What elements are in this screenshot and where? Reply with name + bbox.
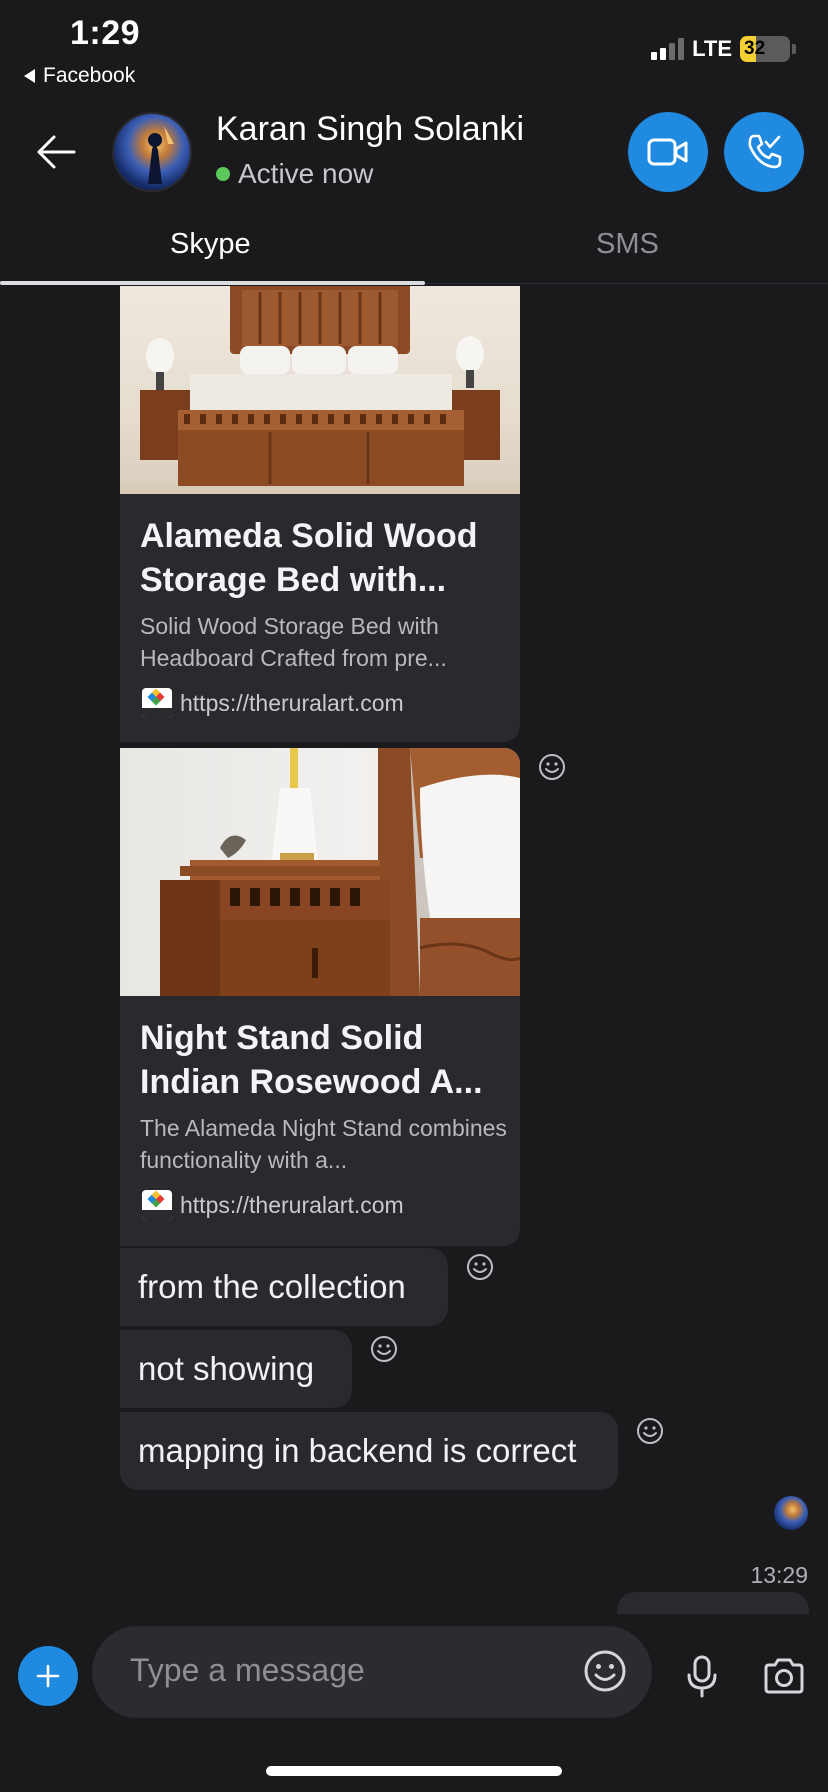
network-type: LTE <box>692 36 732 61</box>
outgoing-message-bubble[interactable] <box>617 1592 809 1614</box>
back-triangle-icon <box>24 69 35 83</box>
active-tab-indicator <box>0 281 425 285</box>
home-indicator[interactable] <box>266 1766 562 1776</box>
status-time: 1:29 <box>70 14 141 52</box>
phone-call-icon <box>748 134 782 169</box>
link-preview-url[interactable]: https://theruralart.com <box>142 1190 404 1220</box>
message-bubble[interactable]: from the collection <box>120 1248 448 1326</box>
message-input[interactable]: Type a message <box>130 1652 365 1689</box>
battery-icon: 32 <box>740 36 790 62</box>
plus-icon <box>36 1664 60 1688</box>
site-favicon-icon <box>142 1190 172 1220</box>
message-timestamp: 13:29 <box>750 1562 808 1588</box>
bed-product-image <box>120 286 520 494</box>
add-reaction-icon[interactable] <box>635 1416 665 1446</box>
back-app-label: Facebook <box>43 64 136 87</box>
audio-call-button[interactable] <box>724 112 804 192</box>
link-preview-title[interactable]: Night Stand Solid Indian Rosewood A... <box>140 1016 510 1104</box>
avatar-figure <box>148 126 174 184</box>
add-reaction-icon[interactable] <box>369 1334 399 1364</box>
microphone-icon[interactable] <box>682 1654 722 1698</box>
back-arrow-icon[interactable] <box>34 130 78 174</box>
add-reaction-icon[interactable] <box>537 752 567 782</box>
site-favicon-icon <box>142 688 172 718</box>
link-preview-card[interactable]: Night Stand Solid Indian Rosewood A... T… <box>120 748 520 1246</box>
link-preview-card[interactable]: Alameda Solid Wood Storage Bed with... S… <box>120 286 520 742</box>
status-indicators: LTE 32 <box>651 36 796 62</box>
link-preview-description: The Alameda Night Stand combines functio… <box>140 1115 507 1173</box>
cellular-signal-icon <box>651 38 685 60</box>
contact-name[interactable]: Karan Singh Solanki <box>216 110 524 149</box>
conversation-tabs: Skype SMS <box>0 214 828 285</box>
presence-label: Active now <box>238 158 374 189</box>
message-bubble[interactable]: mapping in backend is correct <box>120 1412 618 1490</box>
back-to-app-link[interactable]: Facebook <box>24 64 135 88</box>
battery-tip <box>792 44 796 54</box>
link-url-text: https://theruralart.com <box>180 1191 404 1218</box>
add-reaction-icon[interactable] <box>465 1252 495 1282</box>
video-camera-icon <box>647 138 688 166</box>
link-preview-url[interactable]: https://theruralart.com <box>142 688 404 718</box>
message-list[interactable]: Alameda Solid Wood Storage Bed with... S… <box>0 286 828 1614</box>
video-call-button[interactable] <box>628 112 708 192</box>
nightstand-product-image <box>120 748 520 996</box>
tab-skype[interactable]: Skype <box>170 228 251 261</box>
message-composer[interactable]: Type a message <box>92 1626 652 1718</box>
tab-sms[interactable]: SMS <box>596 228 659 261</box>
link-preview-description: Solid Wood Storage Bed with Headboard Cr… <box>140 613 447 671</box>
read-receipt-avatar <box>774 1496 808 1530</box>
online-dot-icon <box>216 167 230 181</box>
smiley-icon[interactable] <box>582 1648 628 1694</box>
camera-icon[interactable] <box>762 1656 806 1696</box>
link-url-text: https://theruralart.com <box>180 689 404 716</box>
presence-status: Active now <box>216 158 373 190</box>
battery-percent: 32 <box>744 38 766 59</box>
contact-avatar[interactable] <box>112 112 192 192</box>
message-bubble[interactable]: not showing <box>120 1330 352 1408</box>
add-content-button[interactable] <box>18 1646 78 1706</box>
link-preview-title[interactable]: Alameda Solid Wood Storage Bed with... <box>140 514 510 602</box>
